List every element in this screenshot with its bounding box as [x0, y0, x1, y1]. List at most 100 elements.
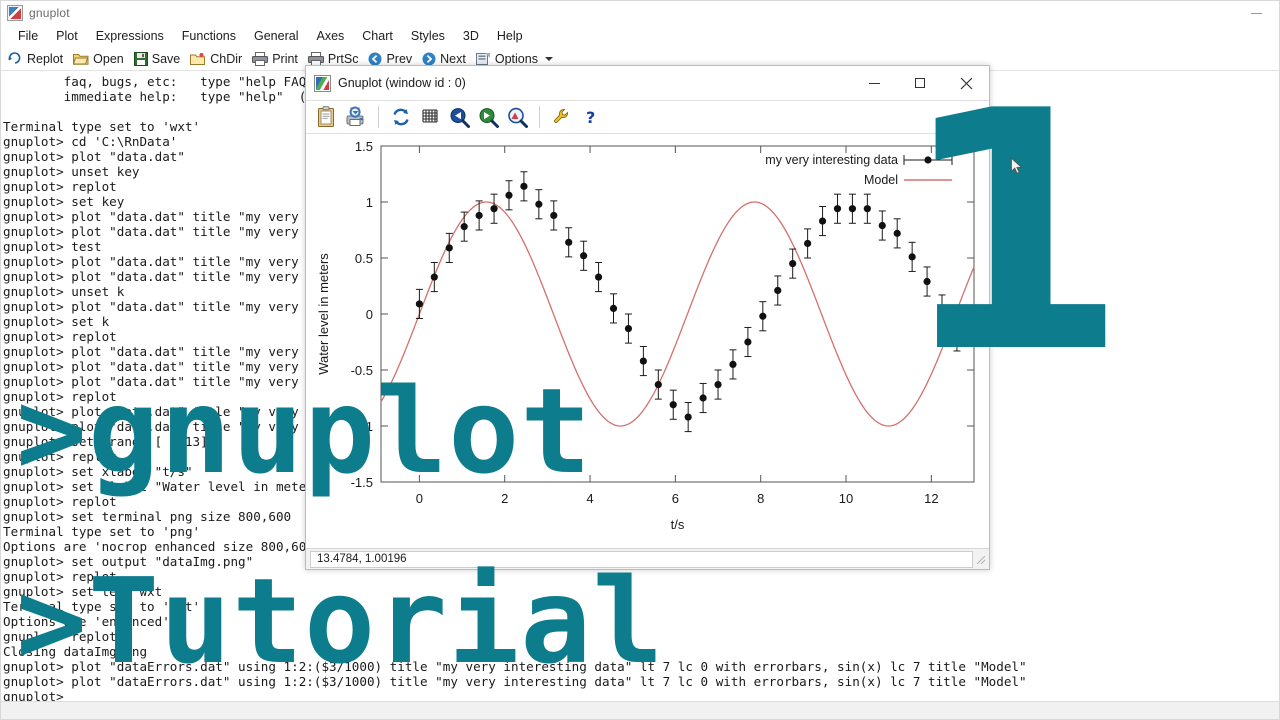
data-point: [580, 252, 588, 260]
toolbar-save-button[interactable]: Save: [131, 51, 187, 67]
console-line: Options are 'enhanced': [3, 614, 170, 629]
gnuplot-chart: -1.5 -1 -0.5 0 0.5 1 1.5 0 2 4 6 8 10 12 t/s Water leve…: [316, 139, 975, 532]
gnuplot-plot-icon: [314, 74, 331, 92]
menu-item-functions[interactable]: Functions: [173, 27, 245, 45]
menu-item-help[interactable]: Help: [488, 27, 532, 45]
legend-label-data: my very interesting data: [765, 153, 898, 167]
y-tick-label: -1: [361, 419, 373, 434]
plot-maximize-button[interactable]: [897, 66, 943, 100]
data-point: [699, 394, 707, 402]
menubar: File Plot Expressions Functions General …: [1, 25, 1279, 47]
x-tick-label: 2: [501, 491, 508, 506]
zoom-previous-icon: [450, 107, 470, 128]
replot-refresh-icon: [393, 108, 409, 126]
grid-icon: [422, 109, 438, 123]
console-line: gnuplot> set term wxt: [3, 584, 163, 599]
data-point: [475, 211, 483, 220]
toolbar-chdir-label: ChDir: [210, 51, 243, 66]
y-tick-label: -1.5: [351, 475, 373, 490]
print-button[interactable]: [343, 104, 369, 130]
toolbar-print-button[interactable]: Print: [249, 51, 304, 67]
y-tick-label: -0.5: [351, 363, 373, 378]
autoscale-button[interactable]: [504, 104, 530, 130]
copy-clipboard-button[interactable]: [314, 104, 340, 130]
data-point: [953, 332, 961, 340]
x-tick-label: 6: [672, 491, 679, 506]
y-axis-label: Water level in meters: [316, 253, 331, 375]
data-point: [908, 253, 916, 261]
menu-item-styles[interactable]: Styles: [402, 27, 454, 45]
legend-marker-data: [924, 156, 932, 164]
toolbar-chdir-button[interactable]: ChDir: [187, 51, 248, 67]
chdir-folder-icon: [190, 52, 206, 66]
plot-window-controls: [851, 66, 989, 100]
save-disk-icon: [133, 51, 148, 66]
plot-close-button[interactable]: [943, 66, 989, 100]
toolbar-open-button[interactable]: Open: [70, 51, 130, 67]
toolbar-replot-button[interactable]: Replot: [5, 51, 69, 67]
toolbar-open-label: Open: [93, 51, 124, 66]
plot-canvas[interactable]: -1.5 -1 -0.5 0 0.5 1 1.5 0 2 4 6 8 10 12 t/s Water leve…: [306, 134, 989, 548]
menu-item-plot[interactable]: Plot: [47, 27, 87, 45]
data-point: [609, 304, 618, 312]
data-point: [565, 238, 573, 246]
copy-to-clipboard-icon: [318, 106, 334, 127]
toolbar-separator-1: [378, 106, 379, 128]
console-line: gnuplot> replot: [3, 569, 117, 584]
chevron-down-icon[interactable]: [544, 56, 553, 61]
next-arrow-icon: [422, 52, 436, 66]
menu-item-general[interactable]: General: [245, 27, 307, 45]
data-point: [654, 380, 662, 389]
config-wrench-icon: [554, 109, 568, 123]
x-tick-label: 12: [924, 491, 938, 506]
plot-window-title: Gnuplot (window id : 0): [338, 76, 466, 90]
zoom-next-icon: [479, 107, 499, 128]
menu-item-axes[interactable]: Axes: [307, 27, 353, 45]
print-screen-icon: [307, 51, 324, 66]
console-line: gnuplot> plot "dataErrors.dat" using 1:2…: [3, 659, 1027, 674]
data-point: [923, 277, 931, 286]
data-point: [804, 239, 812, 248]
console-line: Closing dataImg.png: [3, 644, 148, 659]
replot-button[interactable]: [388, 104, 414, 130]
legend-label-model: Model: [864, 173, 898, 187]
window-controls: [1239, 1, 1273, 25]
toolbar-options-label: Options: [494, 51, 538, 66]
svg-text:?: ?: [586, 108, 595, 127]
plot-window[interactable]: Gnuplot (window id : 0) ? -1.5 -1 -0.5 0…: [305, 65, 990, 570]
data-point: [878, 221, 886, 230]
y-tick-label: 0.5: [355, 251, 373, 266]
console-line: gnuplot> plot "dataErrors.dat" using 1:2…: [3, 674, 1027, 689]
data-point: [818, 217, 827, 225]
console-statusbar: [1, 701, 1279, 719]
window-titlebar: gnuplot: [1, 1, 1279, 25]
data-point: [729, 360, 737, 368]
print-icon: [346, 106, 364, 126]
data-point: [415, 300, 423, 308]
menu-item-chart[interactable]: Chart: [353, 27, 402, 45]
plot-frame: [380, 145, 975, 483]
data-point: [594, 273, 603, 281]
minimize-button[interactable]: [1239, 2, 1273, 24]
menu-item-expressions[interactable]: Expressions: [87, 27, 173, 45]
menu-item-file[interactable]: File: [9, 27, 47, 45]
data-point: [774, 286, 782, 295]
toolbar-prtsc-label: PrtSc: [327, 51, 359, 66]
plot-minimize-button[interactable]: [851, 66, 897, 100]
help-button[interactable]: ?: [578, 104, 604, 130]
toggle-grid-button[interactable]: [417, 104, 443, 130]
configure-button[interactable]: [549, 104, 575, 130]
data-point: [520, 182, 528, 190]
data-point: [669, 401, 677, 409]
data-point: [893, 229, 901, 237]
toolbar-print-label: Print: [272, 51, 298, 66]
toolbar-replot-label: Replot: [27, 51, 64, 66]
data-point: [848, 205, 857, 213]
menu-item-3d[interactable]: 3D: [454, 27, 488, 45]
data-point: [490, 205, 498, 213]
options-icon: [475, 52, 491, 66]
printer-icon: [252, 51, 269, 66]
previous-zoom-button[interactable]: [446, 104, 472, 130]
resize-grip-icon[interactable]: [973, 552, 987, 566]
next-zoom-button[interactable]: [475, 104, 501, 130]
